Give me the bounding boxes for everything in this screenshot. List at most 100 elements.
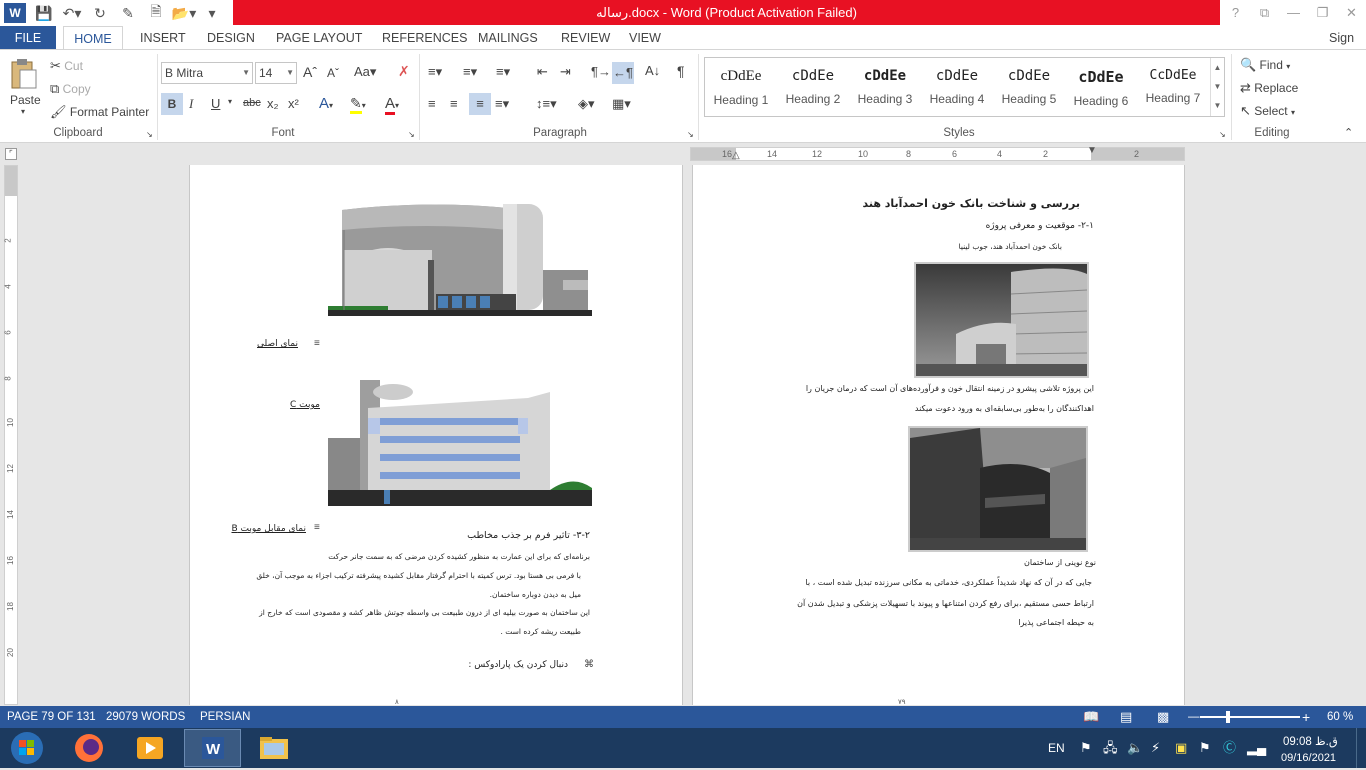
font-name-combo[interactable]: B Mitra ▼ [161,62,253,84]
ltr-direction-icon[interactable]: ¶→ [591,64,611,79]
page-count[interactable]: PAGE 79 OF 131 [7,706,96,728]
clock-date[interactable]: 09/16/2021 [1281,748,1336,768]
edit-doc-icon[interactable]: ✎ [114,5,142,22]
borders-icon[interactable]: ▦▾ [612,96,631,112]
underline-button[interactable]: U [211,96,220,111]
customize-qat-icon[interactable]: ▾ [198,5,226,22]
undo-icon[interactable]: ↶▾ [58,5,86,22]
strikethrough-button[interactable]: abc [243,97,261,109]
word-taskbar-icon[interactable]: W [184,729,241,767]
multilevel-list-icon[interactable]: ≡▾ [496,64,510,80]
read-mode-icon[interactable]: 📖 [1083,706,1099,728]
indent-marker-icon[interactable]: ▼ [1087,145,1097,156]
firefox-icon[interactable] [61,729,118,767]
line-spacing-icon[interactable]: ↕≡▾ [536,96,557,112]
horizontal-ruler[interactable]: 16 14 12 10 8 6 4 2 2 ▼ △ [690,145,1185,161]
left-indent-marker-icon[interactable]: △ [732,150,740,161]
styles-scroll[interactable]: ▲ ▼ ▼ [1210,58,1224,116]
find-button[interactable]: 🔍 Find ▾ [1240,57,1290,73]
tray-network-icon[interactable]: 🖧 [1103,728,1118,768]
signal-icon[interactable]: ▂▄ [1247,728,1266,768]
style-heading-6[interactable]: cDdEe Heading 6 [1065,58,1137,116]
explorer-icon[interactable] [246,729,303,767]
align-right-icon[interactable]: ≡ [469,93,491,115]
tray-edge-icon[interactable]: Ⓒ [1223,728,1236,768]
zoom-slider[interactable] [1200,716,1300,718]
rtl-direction-icon[interactable]: ←¶ [612,62,634,84]
replace-button[interactable]: ⇄ Replace [1240,80,1298,96]
shading-icon[interactable]: ◈▾ [578,96,595,112]
action-center-icon[interactable]: ⚑ [1199,728,1211,768]
style-heading-5[interactable]: cDdEe Heading 5 [993,58,1065,116]
clipboard-launcher-icon[interactable]: ↘ [146,130,153,139]
web-layout-icon[interactable]: ▩ [1157,706,1169,728]
zoom-in-icon[interactable]: + [1302,706,1310,728]
restore-button[interactable]: ❐ [1308,0,1337,26]
show-formatting-icon[interactable]: ¶ [677,63,685,79]
help-icon[interactable]: ? [1221,0,1250,26]
font-launcher-icon[interactable]: ↘ [408,130,415,139]
copy-button[interactable]: ⧉ Copy [50,81,91,97]
tray-app-icon[interactable]: ⚡ [1151,728,1160,768]
input-language[interactable]: EN [1048,728,1065,768]
start-button[interactable] [0,729,55,767]
paragraph-launcher-icon[interactable]: ↘ [687,130,694,139]
bullets-icon[interactable]: ≡▾ [428,64,442,80]
close-button[interactable]: ✕ [1337,0,1366,26]
tray-notes-icon[interactable]: ▣ [1175,728,1187,768]
shrink-font-icon[interactable]: Aˇ [327,66,339,80]
tab-view[interactable]: VIEW [629,26,661,50]
show-desktop-button[interactable] [1356,728,1366,768]
align-center-icon[interactable]: ≡ [450,96,458,111]
align-left-icon[interactable]: ≡ [428,96,436,111]
style-heading-7[interactable]: CcDdEe Heading 7 [1137,58,1209,116]
decrease-indent-icon[interactable]: ⇤ [537,64,548,80]
open-folder-icon[interactable]: 📂▾ [170,5,198,22]
increase-indent-icon[interactable]: ⇥ [560,64,571,80]
paste-button[interactable]: Paste [10,93,41,107]
superscript-button[interactable]: x² [288,96,299,111]
word-count[interactable]: 29079 WORDS [106,706,185,728]
tab-mailings[interactable]: MAILINGS [478,26,538,50]
font-color-icon[interactable]: A▾ [385,95,399,115]
redo-icon[interactable]: ↻ [86,5,114,22]
style-heading-4[interactable]: cDdEe Heading 4 [921,58,993,116]
print-layout-icon[interactable]: ▤ [1120,706,1132,728]
tab-review[interactable]: REVIEW [561,26,610,50]
style-heading-1[interactable]: cDdEe Heading 1 [705,58,777,116]
tab-file[interactable]: FILE [0,26,56,50]
subscript-button[interactable]: x₂ [267,96,279,111]
format-painter-button[interactable]: 🖌 Format Painter [50,104,149,120]
tray-alert-icon[interactable]: ⚑ [1080,728,1092,768]
save-icon[interactable]: 💾 [30,5,58,22]
media-player-icon[interactable] [122,729,179,767]
text-effects-icon[interactable]: A▾ [319,95,333,112]
collapse-ribbon-icon[interactable]: ⌃ [1344,126,1353,139]
sign-in-link[interactable]: Sign in [1329,26,1366,69]
vertical-ruler[interactable]: 2 4 6 8 10 12 14 16 18 20 [4,165,18,705]
styles-launcher-icon[interactable]: ↘ [1219,130,1226,139]
ribbon-display-icon[interactable]: ⧉ [1250,0,1279,26]
cut-button[interactable]: ✂ Cut [50,58,83,74]
grow-font-icon[interactable]: Aˆ [303,64,317,80]
volume-icon[interactable]: 🔈 [1127,728,1143,768]
tab-insert[interactable]: INSERT [140,26,186,50]
underline-dropdown-icon[interactable]: ▾ [228,97,232,106]
numbering-icon[interactable]: ≡▾ [463,64,477,80]
select-button[interactable]: ↖ Select ▾ [1240,103,1295,119]
style-heading-2[interactable]: cDdEe Heading 2 [777,58,849,116]
clear-formatting-icon[interactable]: ✗ [398,63,410,80]
tab-references[interactable]: REFERENCES [382,26,467,50]
tab-home[interactable]: HOME [63,26,123,50]
justify-icon[interactable]: ≡▾ [495,96,509,112]
paste-dropdown-icon[interactable]: ▾ [21,107,25,116]
font-size-combo[interactable]: 14 ▼ [255,62,297,84]
minimize-button[interactable]: — [1279,0,1308,26]
tab-design[interactable]: DESIGN [207,26,255,50]
style-heading-3[interactable]: cDdEe Heading 3 [849,58,921,116]
paste-icon[interactable] [8,58,44,90]
tab-selector-icon[interactable]: ⌜ [5,148,17,160]
tab-page-layout[interactable]: PAGE LAYOUT [276,26,362,50]
zoom-out-icon[interactable]: — [1188,706,1200,728]
sort-icon[interactable]: A↓ [645,63,660,78]
